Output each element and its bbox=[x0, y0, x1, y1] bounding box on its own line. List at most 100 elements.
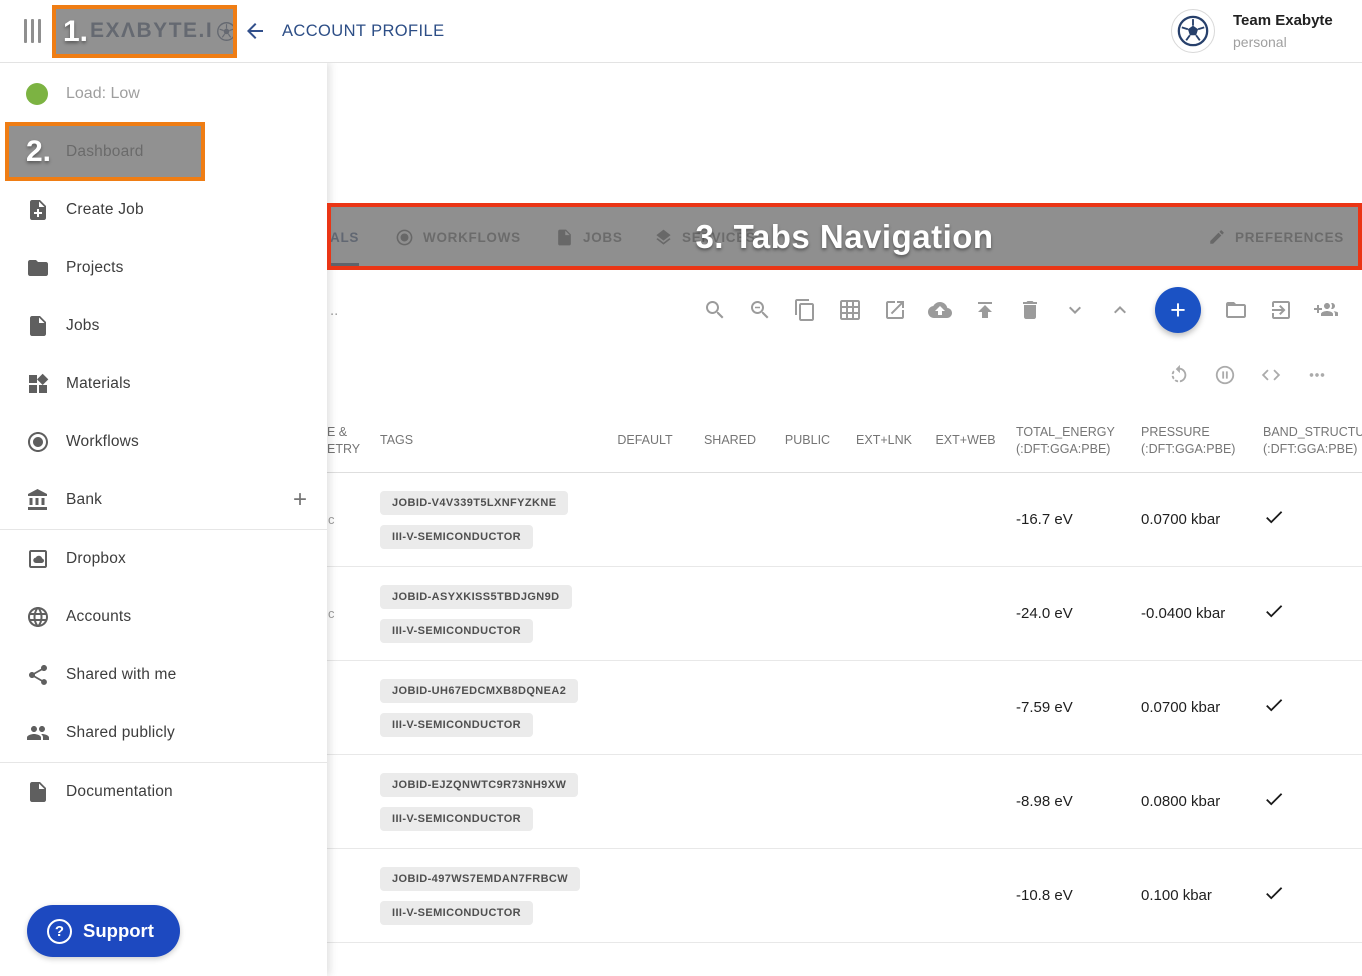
team-name[interactable]: Team Exabyte bbox=[1233, 12, 1333, 29]
table-row[interactable]: cJOBID-ASYXKISS5TBDJGN9DIII-V-SEMICONDUC… bbox=[327, 567, 1362, 661]
table-row[interactable]: JOBID-UH67EDCMXB8DQNEA2 III-V-SEMICONDUCT… bbox=[327, 661, 1362, 755]
team-avatar[interactable] bbox=[1171, 9, 1215, 53]
sidebar-item-create-job[interactable]: Create Job bbox=[0, 181, 327, 239]
sidebar-item-shared-publicly[interactable]: Shared publicly bbox=[0, 704, 327, 762]
table-header-row: E & ETRY TAGS DEFAULT SHARED PUBLIC EXT+… bbox=[327, 410, 1362, 473]
column-header-public[interactable]: PUBLIC bbox=[770, 432, 845, 450]
load-status-dot-icon bbox=[26, 83, 48, 105]
check-icon bbox=[1263, 600, 1285, 622]
app-window: EXΛBYTE.I ACCOUNT PROFILE Team Exabyte p… bbox=[0, 0, 1362, 976]
total-energy-value: -7.59 eV bbox=[1008, 699, 1133, 716]
sidebar-menu: DashboardCreate JobProjectsJobsMaterials… bbox=[0, 123, 327, 821]
add-icon[interactable]: + bbox=[293, 486, 307, 514]
sidebar-item-shared-with-me[interactable]: Shared with me bbox=[0, 646, 327, 704]
more-horiz-icon[interactable] bbox=[1306, 364, 1328, 386]
tag-chip: III-V-SEMICONDUCTOR bbox=[380, 619, 533, 643]
upload-icon[interactable] bbox=[973, 298, 997, 322]
tag-chip: III-V-SEMICONDUCTOR bbox=[380, 713, 533, 737]
back-arrow-icon[interactable] bbox=[243, 19, 267, 43]
people-icon bbox=[26, 721, 50, 745]
rotate-left-icon[interactable] bbox=[1168, 364, 1190, 386]
folder-outline-icon[interactable] bbox=[1224, 298, 1248, 322]
column-header-ext-web[interactable]: EXT+WEB bbox=[923, 432, 1008, 450]
column-header-ext-lnk[interactable]: EXT+LNK bbox=[845, 432, 923, 450]
table-row[interactable]: JOBID-497WS7EMDAN7FRBCWIII-V-SEMICONDUCT… bbox=[327, 849, 1362, 943]
pressure-value: 0.0700 kbar bbox=[1133, 511, 1255, 528]
column-header-fragment[interactable]: E & ETRY bbox=[327, 424, 380, 459]
sidebar-item-bank[interactable]: Bank+ bbox=[0, 471, 327, 529]
sidebar-item-jobs[interactable]: Jobs bbox=[0, 297, 327, 355]
sidebar-item-label: Materials bbox=[66, 375, 131, 393]
page-title: ACCOUNT PROFILE bbox=[282, 0, 444, 62]
annotation-step2-box: 2. bbox=[5, 122, 205, 181]
sidebar-item-accounts[interactable]: Accounts bbox=[0, 588, 327, 646]
widgets-icon bbox=[26, 372, 50, 396]
check-icon bbox=[1263, 506, 1285, 528]
column-header-total-energy[interactable]: TOTAL_ENERGY (:DFT:GGA:PBE) bbox=[1008, 424, 1133, 459]
grid-icon[interactable] bbox=[838, 298, 862, 322]
open-in-new-icon[interactable] bbox=[883, 298, 907, 322]
column-header-band-structure[interactable]: BAND_STRUCTU (:DFT:GGA:PBE) bbox=[1255, 424, 1362, 459]
sidebar-item-label: Jobs bbox=[66, 317, 100, 335]
total-energy-value: -8.98 eV bbox=[1008, 793, 1133, 810]
dropbox-icon bbox=[26, 547, 50, 571]
toolbar-icon-group: + bbox=[703, 287, 1362, 333]
name-fragment: c bbox=[327, 606, 380, 621]
sidebar-item-materials[interactable]: Materials bbox=[0, 355, 327, 413]
sidebar-item-workflows[interactable]: Workflows bbox=[0, 413, 327, 471]
tag-chip: III-V-SEMICONDUCTOR bbox=[380, 807, 533, 831]
table-row[interactable]: JOBID-YHMNSDQ2CGLETRCHG bbox=[327, 943, 1362, 976]
entity-toolbar: .. + bbox=[327, 285, 1362, 335]
folder-icon bbox=[26, 256, 50, 280]
copy-icon[interactable] bbox=[793, 298, 817, 322]
chevron-down-icon[interactable] bbox=[1063, 298, 1087, 322]
pressure-value: 0.100 kbar bbox=[1133, 887, 1255, 904]
column-header-tags[interactable]: TAGS bbox=[380, 432, 600, 450]
sidebar-item-dropbox[interactable]: Dropbox bbox=[0, 530, 327, 588]
annotation-step3-box: 3. Tabs Navigation bbox=[327, 203, 1362, 270]
sidebar-item-projects[interactable]: Projects bbox=[0, 239, 327, 297]
file-icon bbox=[26, 780, 50, 804]
pressure-value: 0.0800 kbar bbox=[1133, 793, 1255, 810]
column-header-pressure[interactable]: PRESSURE (:DFT:GGA:PBE) bbox=[1133, 424, 1255, 459]
total-energy-value: -16.7 eV bbox=[1008, 511, 1133, 528]
cloud-upload-icon[interactable] bbox=[928, 298, 952, 322]
secondary-toolbar bbox=[1168, 352, 1362, 398]
support-button-label: Support bbox=[83, 920, 154, 942]
load-status-label: Load: Low bbox=[66, 85, 140, 103]
tag-chip: JOBID-UH67EDCMXB8DQNEA2 bbox=[380, 679, 578, 703]
delete-icon[interactable] bbox=[1018, 298, 1042, 322]
code-icon[interactable] bbox=[1260, 364, 1282, 386]
hamburger-menu-icon[interactable] bbox=[24, 19, 41, 43]
sidebar-item-documentation[interactable]: Documentation bbox=[0, 763, 327, 821]
tag-chip: JOBID-EJZQNWTC9R73NH9XW bbox=[380, 773, 578, 797]
bank-icon bbox=[26, 488, 50, 512]
chevron-up-icon[interactable] bbox=[1108, 298, 1132, 322]
table-row[interactable]: cJOBID-V4V339T5LXNFYZKNEIII-V-SEMICONDUC… bbox=[327, 473, 1362, 567]
note-add-icon bbox=[26, 198, 50, 222]
add-entity-fab[interactable]: + bbox=[1155, 287, 1201, 333]
band-structure-cell bbox=[1255, 788, 1362, 815]
radio-icon bbox=[26, 430, 50, 454]
table-row[interactable]: JOBID-EJZQNWTC9R73NH9XW III-V-SEMICONDUCT… bbox=[327, 755, 1362, 849]
advanced-search-icon[interactable] bbox=[748, 298, 772, 322]
sidebar-item-label: Workflows bbox=[66, 433, 139, 451]
band-structure-cell bbox=[1255, 506, 1362, 533]
column-header-shared[interactable]: SHARED bbox=[690, 432, 770, 450]
column-header-default[interactable]: DEFAULT bbox=[600, 432, 690, 450]
tags-cell: JOBID-497WS7EMDAN7FRBCWIII-V-SEMICONDUCT… bbox=[380, 867, 600, 925]
search-input[interactable]: .. bbox=[330, 302, 338, 319]
check-icon bbox=[1263, 882, 1285, 904]
pause-circle-icon[interactable] bbox=[1214, 364, 1236, 386]
file-icon bbox=[26, 314, 50, 338]
tags-cell: JOBID-EJZQNWTC9R73NH9XW III-V-SEMICONDUCT… bbox=[380, 773, 600, 831]
pressure-value: -0.0400 kbar bbox=[1133, 605, 1255, 622]
group-add-icon[interactable] bbox=[1314, 298, 1338, 322]
support-button[interactable]: ? Support bbox=[27, 905, 180, 957]
check-icon bbox=[1263, 788, 1285, 810]
search-icon[interactable] bbox=[703, 298, 727, 322]
band-structure-cell bbox=[1255, 600, 1362, 627]
main-content: ALSWORKFLOWSJOBSSERVICESPREFERENCES .. +… bbox=[327, 62, 1362, 976]
exit-to-app-icon[interactable] bbox=[1269, 298, 1293, 322]
pressure-value: 0.0700 kbar bbox=[1133, 699, 1255, 716]
